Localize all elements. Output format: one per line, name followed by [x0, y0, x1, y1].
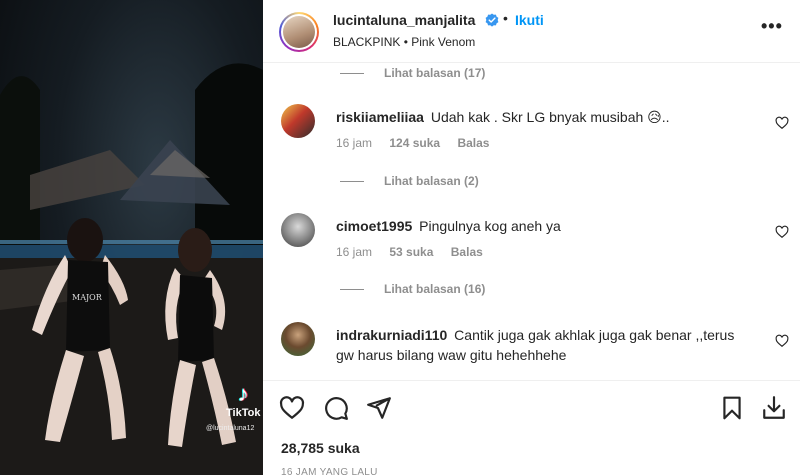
tiktok-handle: @lucintaluna12: [206, 425, 255, 432]
tiktok-brand: TikTok: [226, 407, 261, 419]
post-actions: 28,785 suka 16 JAM YANG LALU: [263, 380, 800, 475]
author-avatar[interactable]: [279, 12, 319, 52]
video-frame-image: MAJOR: [0, 63, 263, 475]
post-panel: lucintaluna_manjalita • Ikuti BLACKPINK …: [263, 0, 800, 475]
share-icon[interactable]: [366, 395, 392, 421]
author-username[interactable]: lucintaluna_manjalita: [333, 12, 475, 28]
comment-time: 16 jam: [336, 136, 373, 150]
reply-button[interactable]: Balas: [457, 136, 489, 150]
more-options-icon[interactable]: •••: [761, 16, 783, 37]
view-replies-label: Lihat balasan (2): [384, 174, 479, 188]
post-media[interactable]: MAJOR ♪ TikTok @lucintaluna12: [0, 0, 263, 475]
view-replies-button[interactable]: Lihat balasan (16): [340, 281, 485, 297]
comment-body: cimoet1995 Pingulnya kog aneh ya: [336, 216, 746, 236]
replies-divider: [340, 288, 364, 290]
comment-meta: 16 jam 124 suka Balas: [336, 136, 503, 150]
heart-icon[interactable]: [775, 334, 789, 348]
comment-text: Pingulnya kog aneh ya: [419, 218, 561, 234]
comment-icon[interactable]: [323, 395, 349, 421]
comment-time: 16 jam: [336, 245, 373, 259]
comment-likes[interactable]: 53 suka: [389, 245, 433, 259]
post-timestamp: 16 JAM YANG LALU: [281, 467, 378, 475]
comment-meta: 16 jam 53 suka Balas: [336, 245, 497, 259]
view-replies-label: Lihat balasan (17): [384, 66, 486, 80]
tiktok-watermark: ♪ TikTok: [226, 381, 261, 420]
reply-button[interactable]: Balas: [451, 245, 483, 259]
commenter-username[interactable]: indrakurniadi110: [336, 327, 447, 343]
view-replies-button[interactable]: Lihat balasan (17): [340, 65, 485, 81]
likes-count[interactable]: 28,785 suka: [281, 440, 360, 456]
heart-icon[interactable]: [775, 116, 789, 130]
replies-divider: [340, 180, 364, 182]
heart-icon[interactable]: [279, 395, 305, 421]
commenter-username[interactable]: riskiiameliiaa: [336, 109, 424, 125]
commenter-avatar[interactable]: [281, 322, 315, 356]
tiktok-note-icon: ♪: [237, 381, 249, 406]
audio-label[interactable]: BLACKPINK • Pink Venom: [333, 35, 475, 49]
commenter-avatar[interactable]: [281, 104, 315, 138]
view-replies-button[interactable]: Lihat balasan (2): [340, 173, 479, 189]
post-header: lucintaluna_manjalita • Ikuti BLACKPINK …: [263, 0, 800, 63]
comment-body: riskiiameliiaa Udah kak . Skr LG bnyak m…: [336, 107, 746, 127]
header-separator: •: [503, 10, 508, 26]
comment-body: indrakurniadi110 Cantik juga gak akhlak …: [336, 325, 746, 365]
commenter-username[interactable]: cimoet1995: [336, 218, 412, 234]
heart-icon[interactable]: [775, 225, 789, 239]
follow-button[interactable]: Ikuti: [515, 12, 544, 28]
bookmark-icon[interactable]: [719, 395, 745, 421]
download-icon[interactable]: [761, 395, 787, 421]
view-replies-label: Lihat balasan (16): [384, 282, 486, 296]
replies-divider: [340, 72, 364, 74]
commenter-avatar[interactable]: [281, 213, 315, 247]
comment-text: Udah kak . Skr LG bnyak musibah 😥..: [430, 109, 670, 125]
verified-badge-icon: [485, 13, 499, 27]
svg-text:MAJOR: MAJOR: [72, 293, 103, 302]
comment-likes[interactable]: 124 suka: [389, 136, 440, 150]
